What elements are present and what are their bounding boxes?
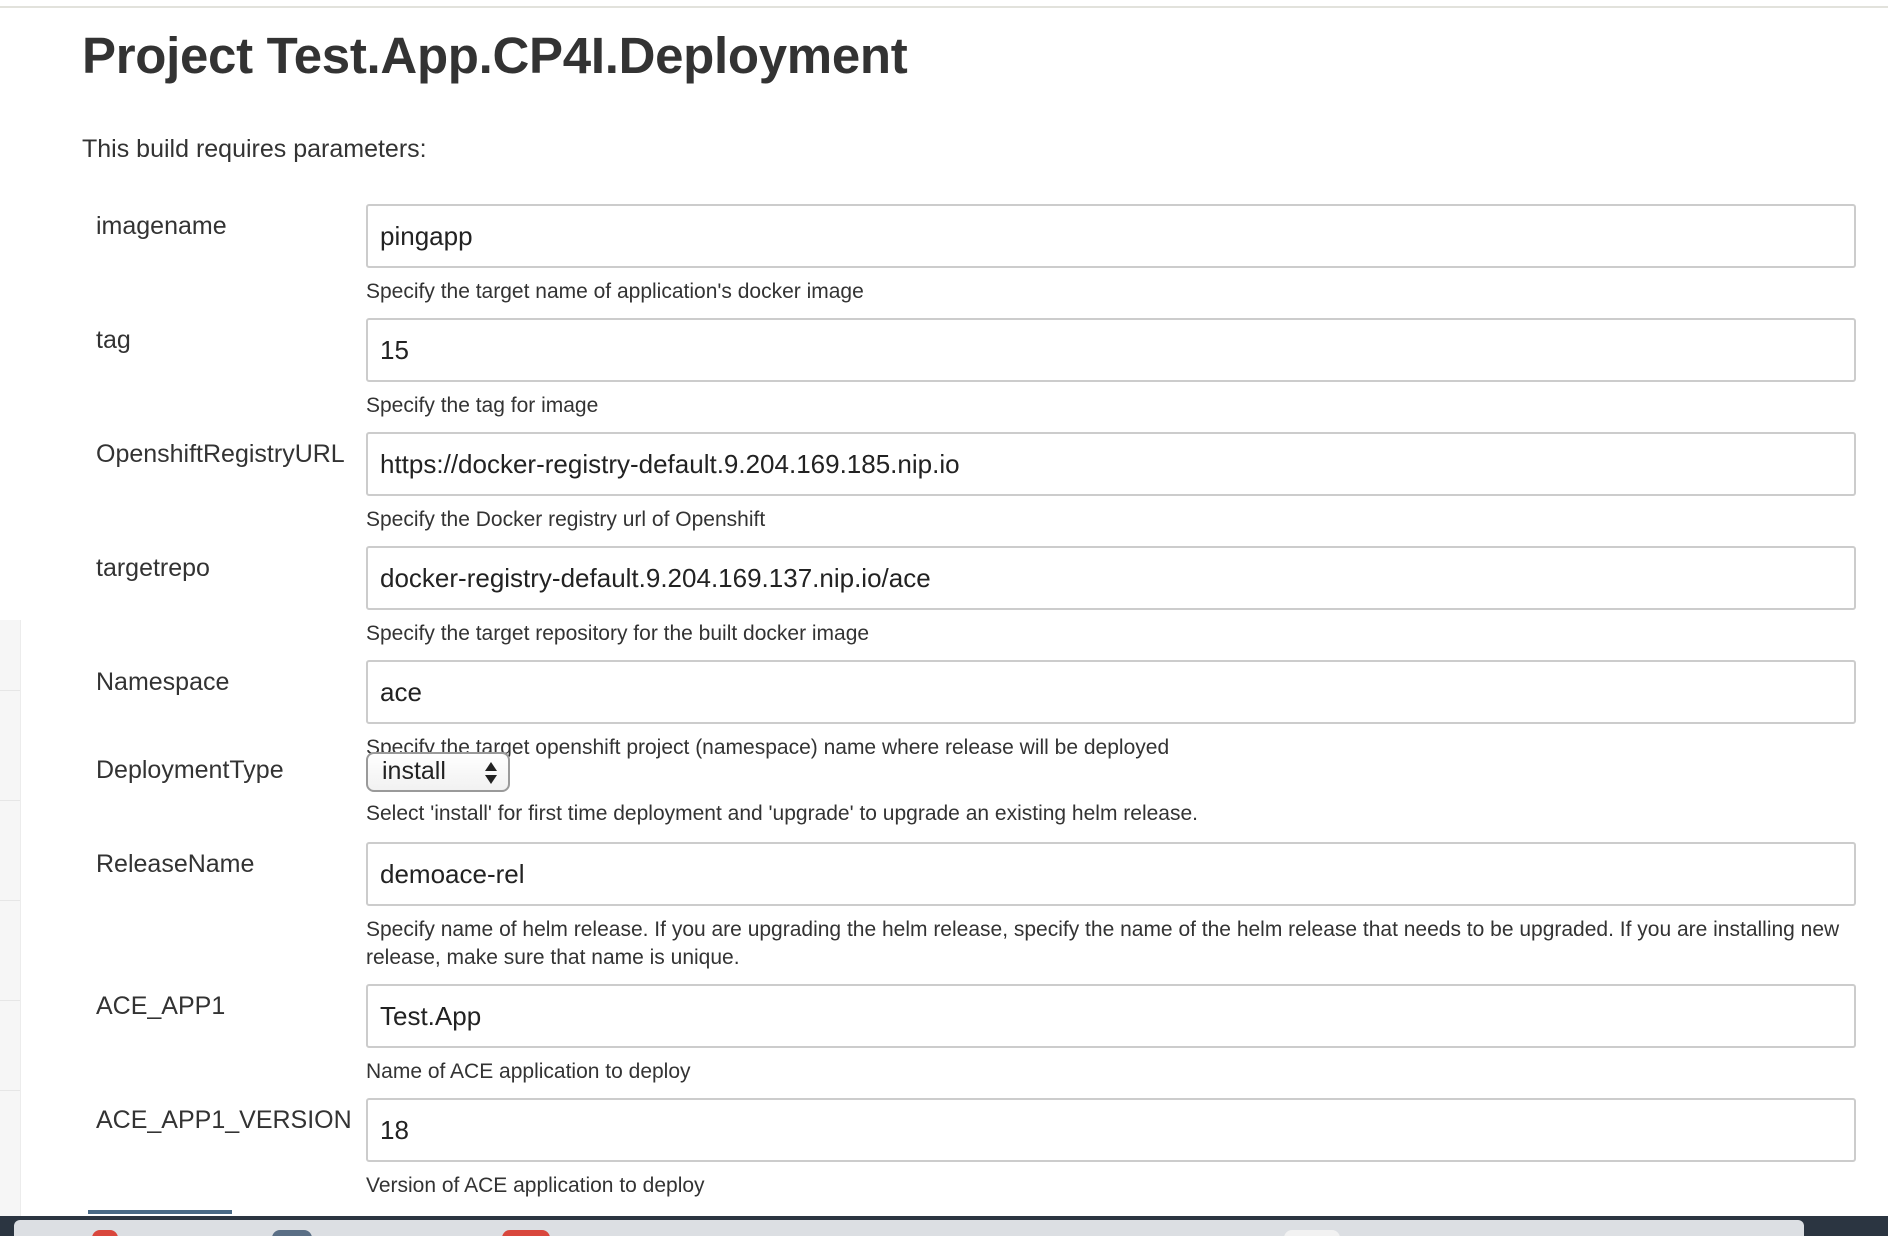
page-subtitle: This build requires parameters: [82,135,427,163]
param-label: ACE_APP1_VERSION [96,1106,352,1134]
param-description: Specify the tag for image [366,394,599,417]
imagename-input[interactable] [366,204,1856,268]
param-label: ReleaseName [96,850,255,878]
param-control: Specify the target repository for the bu… [366,546,1856,648]
param-label: Namespace [96,668,230,696]
release-name-input[interactable] [366,842,1856,906]
dock-app-icon[interactable] [272,1230,312,1236]
param-description: Name of ACE application to deploy [366,1060,691,1083]
param-control: Specify the target name of application's… [366,204,1856,306]
sidebar-divider [0,690,20,691]
param-description: Version of ACE application to deploy [366,1174,705,1197]
ace-app1-input[interactable] [366,984,1856,1048]
param-label: OpenshiftRegistryURL [96,440,345,468]
sidebar-divider [0,1090,20,1091]
param-control: Specify the Docker registry url of Opens… [366,432,1856,534]
param-label: imagename [96,212,227,240]
param-label: ACE_APP1 [96,992,226,1020]
param-label: targetrepo [96,554,210,582]
param-description: Select 'install' for first time deployme… [366,802,1198,825]
dock-app-icon[interactable] [502,1230,550,1236]
deployment-type-select[interactable]: install [366,752,510,792]
sidebar-divider [0,900,20,901]
namespace-input[interactable] [366,660,1856,724]
left-sidebar-edge [0,620,21,1216]
sidebar-divider [0,800,20,801]
param-control: Specify the tag for image [366,318,1856,420]
param-control: Specify name of helm release. If you are… [366,842,1856,972]
ace-app1-version-input[interactable] [366,1098,1856,1162]
main-content: Project Test.App.CP4I.Deployment This bu… [82,24,1862,1197]
param-control: Name of ACE application to deploy [366,984,1856,1086]
param-label: DeploymentType [96,756,284,784]
dock-app-icon[interactable] [92,1230,118,1236]
param-description: Specify name of helm release. If you are… [366,918,1840,969]
param-description: Specify the target repository for the bu… [366,622,870,645]
param-label: tag [96,326,131,354]
param-control: Version of ACE application to deploy [366,1098,1856,1200]
param-control: Specify the target openshift project (na… [366,660,1856,762]
page-title: Project Test.App.CP4I.Deployment [82,27,908,84]
bottom-tab-indicator [88,1210,232,1214]
page: Project Test.App.CP4I.Deployment This bu… [0,0,1888,1236]
param-control: install Select 'install' for first time … [366,750,1856,828]
dock-app-icon[interactable] [1284,1230,1340,1236]
tag-input[interactable] [366,318,1856,382]
top-divider [0,6,1888,8]
targetrepo-input[interactable] [366,546,1856,610]
select-value: install [382,757,446,785]
param-description: Specify the target name of application's… [366,280,864,303]
sidebar-divider [0,1000,20,1001]
up-down-arrows-icon [485,762,497,784]
openshift-registry-url-input[interactable] [366,432,1856,496]
param-description: Specify the Docker registry url of Opens… [366,508,766,531]
